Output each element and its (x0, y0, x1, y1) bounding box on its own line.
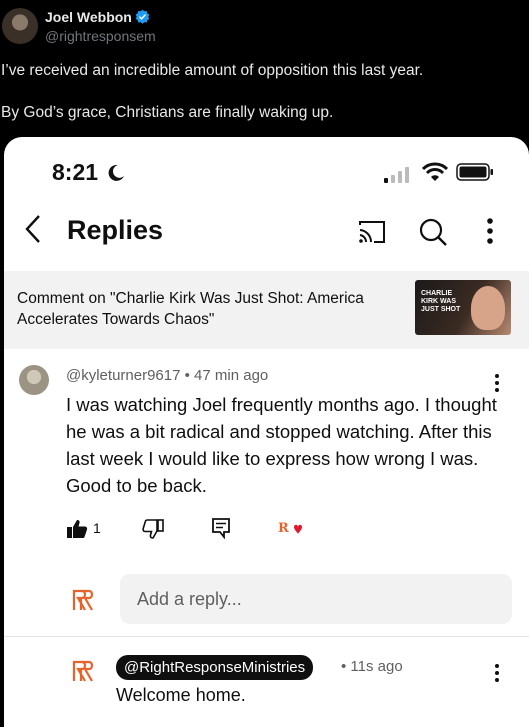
page-title: Replies (67, 215, 164, 245)
reply-more-icon[interactable] (494, 663, 500, 683)
creator-heart-icon: R (278, 521, 302, 536)
author-avatar[interactable] (2, 8, 38, 44)
video-thumbnail[interactable]: CHARLIE KIRK WAS JUST SHOT (415, 280, 511, 335)
tweet-text-line: By God’s grace, Christians are finally w… (1, 104, 334, 121)
embedded-screenshot: 8:21 Replies Comment on "Charlie Kirk Wa… (4, 137, 529, 727)
video-context-title: Comment on "Charlie Kirk Was Just Shot: … (17, 290, 364, 328)
signal-icon (384, 167, 409, 183)
svg-text:R: R (278, 521, 289, 536)
channel-logo-icon (72, 589, 94, 611)
reply-input[interactable]: Add a reply... (120, 574, 512, 624)
divider (4, 636, 529, 637)
like-count: 1 (93, 520, 101, 536)
reply-timestamp: • 11s ago (341, 658, 403, 675)
reply-text: Welcome home. (116, 685, 246, 705)
thumbs-up-icon[interactable] (66, 519, 88, 539)
thumbnail-text: CHARLIE KIRK WAS JUST SHOT (421, 290, 461, 313)
comment-more-icon[interactable] (494, 373, 500, 393)
back-arrow-icon[interactable] (22, 213, 44, 245)
moon-icon (108, 164, 124, 181)
wifi-icon (422, 162, 448, 181)
commenter-avatar[interactable] (19, 365, 49, 395)
reply-comment-icon[interactable] (211, 517, 231, 539)
comment-text: I was watching Joel frequently months ag… (66, 394, 497, 496)
battery-icon (456, 163, 493, 181)
tweet-header: Joel Webbon @rightresponsem (0, 0, 529, 48)
channel-logo-icon[interactable] (71, 659, 95, 683)
status-time: 8:21 (52, 159, 99, 185)
verified-badge-icon (135, 9, 150, 24)
reply-input-placeholder: Add a reply... (137, 589, 242, 609)
comment-meta: @kyleturner9617 • 47 min ago (66, 367, 269, 384)
author-name[interactable]: Joel Webbon (45, 9, 132, 25)
author-handle[interactable]: @rightresponsem (45, 28, 156, 44)
tweet-text-line: I’ve received an incredible amount of op… (1, 62, 424, 79)
thumbnail-face (471, 286, 505, 330)
video-context-bar[interactable]: Comment on "Charlie Kirk Was Just Shot: … (4, 271, 529, 349)
creator-handle-badge[interactable]: @RightResponseMinistries (116, 655, 314, 680)
more-options-icon[interactable] (486, 217, 494, 245)
cast-icon[interactable] (357, 219, 387, 245)
thumbs-down-icon[interactable] (142, 519, 164, 539)
search-icon[interactable] (418, 217, 448, 247)
